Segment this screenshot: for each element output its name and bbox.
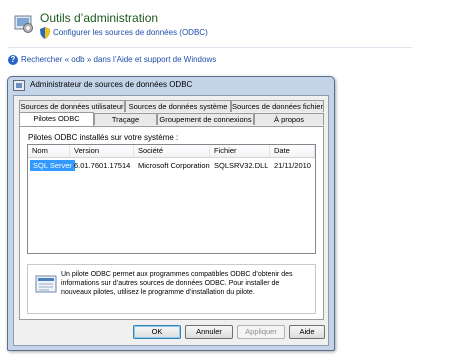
column-header-file[interactable]: Fichier <box>210 145 270 157</box>
tab-about[interactable]: À propos <box>254 113 324 125</box>
help-search-link[interactable]: Rechercher « odb » dans l’Aide et suppor… <box>21 55 216 64</box>
tab-connection-pooling[interactable]: Groupement de connexions <box>157 113 254 125</box>
driver-row-company[interactable]: Microsoft Corporation <box>134 160 210 171</box>
administrative-tools-icon <box>12 12 34 34</box>
info-text: Un pilote ODBC permet aux programmes com… <box>61 271 293 296</box>
configure-odbc-link[interactable]: Configurer les sources de données (ODBC) <box>53 28 208 37</box>
shield-icon <box>40 27 50 39</box>
driver-info-icon <box>35 275 57 293</box>
driver-row-file[interactable]: SQLSRV32.DLL <box>210 160 268 171</box>
info-box: Un pilote ODBC permet aux programmes com… <box>27 264 316 314</box>
result-title[interactable]: Outils d’administration <box>40 11 158 25</box>
help-icon: ? <box>8 55 18 65</box>
apply-button[interactable]: Appliquer <box>237 325 285 339</box>
divider <box>8 47 412 48</box>
tab-user-dsn[interactable]: Sources de données utilisateur <box>19 100 125 112</box>
tab-odbc-drivers[interactable]: Pilotes ODBC <box>19 112 94 126</box>
column-header-company[interactable]: Société <box>134 145 210 157</box>
driver-row-date[interactable]: 21/11/2010 <box>270 160 311 171</box>
driver-row-name[interactable]: SQL Server <box>30 160 75 171</box>
dialog-client-area: Sources de données utilisateur Sources d… <box>13 95 329 346</box>
ok-button[interactable]: OK <box>133 325 181 339</box>
odbc-dialog: Administrateur de sources de données ODB… <box>7 76 335 351</box>
driver-row-version[interactable]: 6.01.7601.17514 <box>70 160 130 171</box>
tab-system-dsn[interactable]: Sources de données système <box>125 100 231 112</box>
tab-panel-odbc-drivers: Pilotes ODBC installés sur votre système… <box>19 126 324 320</box>
column-header-date[interactable]: Date <box>270 145 315 157</box>
window-icon <box>13 80 25 91</box>
help-button[interactable]: Aide <box>289 325 325 339</box>
column-header-name[interactable]: Nom <box>28 145 70 157</box>
installed-drivers-label: Pilotes ODBC installés sur votre système… <box>28 133 179 142</box>
tab-file-dsn[interactable]: Sources de données fichier <box>231 100 324 112</box>
cancel-button[interactable]: Annuler <box>185 325 233 339</box>
drivers-list[interactable]: Nom Version Société Fichier Date SQL Ser… <box>27 144 316 254</box>
column-header-version[interactable]: Version <box>70 145 134 157</box>
dialog-title: Administrateur de sources de données ODB… <box>30 80 193 89</box>
tab-tracing[interactable]: Traçage <box>94 113 157 125</box>
